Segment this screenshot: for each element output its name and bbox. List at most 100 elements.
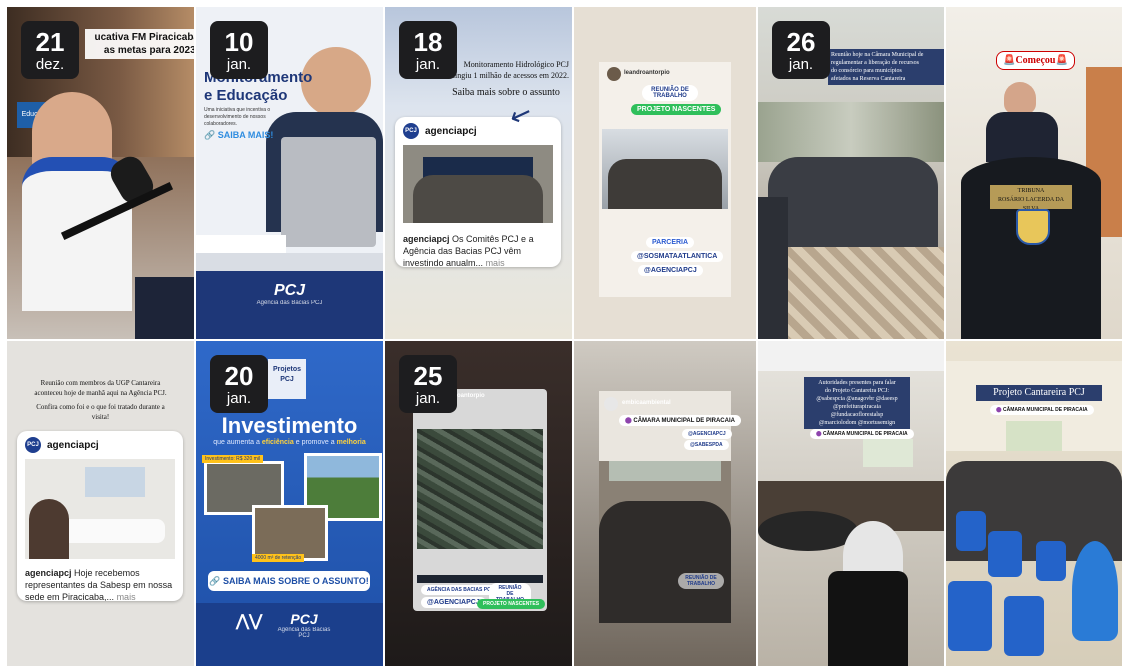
audience <box>599 501 731 623</box>
tag-parceria: PARCERIA <box>646 237 695 248</box>
story-tile-council-visit[interactable]: 26 jan. Reunião hoje na Câmara Municipal… <box>758 7 944 339</box>
tag-sabesp[interactable]: @SABESPDA <box>684 440 729 450</box>
shared-post-card[interactable]: PCJ agenciapcj agenciapcj Hoje recebemos… <box>17 431 183 601</box>
desk-monitor <box>135 277 194 339</box>
partner-logo-icon: ⋀⋁ <box>236 613 263 630</box>
caption-line-1: Monitoramento Hidrológico PCJ <box>463 60 569 69</box>
tag-agenciapcj[interactable]: @AGENCIAPCJ <box>638 265 703 276</box>
story-tile-authorities[interactable]: Autoridades presentes para falar do Proj… <box>758 341 944 666</box>
story-caption: Autoridades presentes para falar do Proj… <box>804 377 910 429</box>
subtitle-pre: que aumenta a <box>213 439 262 446</box>
tag-reuniao: REUNIÃO DE TRABALHO <box>678 573 724 589</box>
story-tile-radio-interview[interactable]: Educativa 21 dez. ucativa FM Piracicaba … <box>7 7 194 339</box>
story-caption: Reunião hoje na Câmara Municipal de regu… <box>828 49 944 85</box>
post-photo <box>25 459 175 559</box>
badge-line-1: Projetos <box>272 366 301 373</box>
title-line-2: e Educação <box>204 87 288 104</box>
amount-tag-1: Investimento: R$ 320 mil <box>202 455 264 463</box>
tag-sos-mata[interactable]: @SOSMATAATLANTICA <box>631 251 724 262</box>
desk <box>196 253 383 271</box>
caption-line-6: @marciolodom @mortusemign <box>818 420 896 426</box>
caption-line-1: Reunião com membros da UGP Cantareira <box>40 379 161 387</box>
siren-icon: 🚨 <box>1055 55 1068 66</box>
story-tile-cantareira-audience[interactable]: Projeto Cantareira PCJ ⬤ CÂMARA MUNICIPA… <box>946 341 1122 666</box>
location-label: CÂMARA MUNICIPAL DE PIRACAIA <box>1003 407 1088 413</box>
date-day: 25 <box>413 361 443 391</box>
pcj-logo: PCJ Agência das Bacias PCJ <box>274 611 334 639</box>
date-day: 18 <box>413 27 443 57</box>
group-photo <box>602 129 728 209</box>
location-pin-icon: ⬤ <box>996 407 1003 413</box>
round-table <box>758 511 858 551</box>
caption-line-3: @sabespcia @anagovbr @daeesp <box>816 396 898 402</box>
account-name: embicaambiental <box>622 400 671 406</box>
date-month: jan. <box>415 56 441 73</box>
account-avatar <box>604 397 618 411</box>
post-header: PCJ agenciapcj <box>17 431 183 459</box>
account-avatar: PCJ <box>25 437 41 453</box>
story-tile-education[interactable]: PCJ Agência das Bacias PCJ 10 jan. Monit… <box>196 7 383 339</box>
blue-chair <box>1004 596 1044 656</box>
tag-agenciapcj[interactable]: @AGENCIAPCJ <box>682 429 732 439</box>
date-badge: 25 jan. <box>399 355 457 413</box>
more-link[interactable]: mais <box>486 258 505 267</box>
blue-chair <box>988 531 1022 577</box>
city-crest <box>1016 209 1050 245</box>
story-tile-piracaia-hall[interactable]: embicaambiental ⬤ CÂMARA MUNICIPAL DE PI… <box>574 341 756 666</box>
date-badge: 10 jan. <box>210 21 268 79</box>
subtitle-mid: e promove a <box>293 439 337 446</box>
headline-line-1: ucativa FM Piracicaba <box>94 32 195 43</box>
story-caption: Reunião com membros da UGP Cantareira ac… <box>17 378 184 422</box>
tag-agencia-bacias[interactable]: AGÊNCIA DAS BACIAS PCJ <box>421 585 500 595</box>
caption-line-2: aconteceu hoje de manhã aqui na Agência … <box>34 389 167 397</box>
story-tile-map-screen[interactable]: leandroantorpio 25 jan. AGÊNCIA DAS BACI… <box>385 341 572 666</box>
saiba-mais-link[interactable]: 🔗 SAIBA MAIS! <box>204 130 273 141</box>
ceiling-lights <box>758 341 944 371</box>
more-link[interactable]: mais <box>117 592 136 601</box>
story-headline: ucativa FM Piracicaba as metas para 2023… <box>85 29 194 59</box>
date-month: jan. <box>226 56 252 73</box>
story-tile-work-meeting[interactable]: leandroantorpio REUNIÃO DE TRABALHO PROJ… <box>574 7 756 339</box>
caption-line-2: do Projeto Cantareira PCJ: <box>824 388 890 394</box>
date-month: jan. <box>415 390 441 407</box>
photo-construction <box>252 505 328 561</box>
saiba-mais-label: SAIBA MAIS! <box>217 130 274 140</box>
saiba-mais-button[interactable]: 🔗 SAIBA MAIS SOBRE O ASSUNTO! <box>208 571 370 591</box>
post-text: agenciapcj Hoje recebemos representantes… <box>17 563 183 601</box>
satellite-map <box>417 429 543 549</box>
story-tile-monitoring[interactable]: 18 jan. Monitoramento Hidrológico PCJ at… <box>385 7 572 339</box>
story-tile-investment[interactable]: 20 jan. Projetos PCJ Investimento que au… <box>196 341 383 666</box>
tag-agenciapcj[interactable]: @AGENCIAPCJ <box>421 597 486 608</box>
caption-line-4: @prefeiturapiracaia <box>833 404 881 410</box>
story-tile-tribune[interactable]: TRIBUNA ROSÁRIO LACERDA DA SILVA 🚨Começo… <box>946 7 1122 339</box>
caption-line-3: Confira como foi e o que foi tratado dur… <box>36 403 165 411</box>
presentation-screen <box>863 439 913 467</box>
comecou-sticker: 🚨Começou🚨 <box>996 51 1075 70</box>
blue-chair <box>1036 541 1066 581</box>
account-name: agenciapcj <box>425 125 477 137</box>
location-sticker: ⬤ CÂMARA MUNICIPAL DE PIRACAIA <box>810 429 914 439</box>
story-tile-ugp-meeting[interactable]: Reunião com membros da UGP Cantareira ac… <box>7 341 194 666</box>
date-badge: 20 jan. <box>210 355 268 413</box>
date-day: 10 <box>224 27 254 57</box>
hall-windows <box>609 461 721 481</box>
caption-line-2: regulamentar a liberação de recursos <box>831 60 919 66</box>
post-text: agenciapcj Os Comitês PCJ e a Agência da… <box>395 229 561 267</box>
story-caption: Monitoramento Hidrológico PCJ atingiu 1 … <box>443 59 569 98</box>
link-icon: 🔗 <box>204 130 218 140</box>
pcj-logo-text: PCJ <box>273 282 306 299</box>
tag-reuniao: REUNIÃO DE TRABALHO <box>642 85 698 101</box>
shared-post-card[interactable]: PCJ agenciapcj agenciapcj Os Comitês PCJ… <box>395 117 561 267</box>
projetos-pcj-badge: Projetos PCJ <box>268 359 306 399</box>
podium-line-1: TRIBUNA <box>1017 188 1045 194</box>
siren-icon: 🚨 <box>1003 55 1016 66</box>
caption-line-4: afetados na Reserva Cantareira <box>831 76 906 82</box>
caption-line-5: @fundacaoflorestalsp <box>830 412 884 418</box>
pcj-logo-text: PCJ <box>290 611 318 627</box>
attendees <box>29 499 69 559</box>
subtitle: Uma iniciativa que incentiva o desenvolv… <box>204 107 271 127</box>
podium-plaque: TRIBUNA ROSÁRIO LACERDA DA SILVA <box>990 185 1072 212</box>
location-label: CÂMARA MUNICIPAL DE PIRACAIA <box>823 431 908 437</box>
office-chair <box>828 571 908 666</box>
account-name: leandroantorpio <box>624 70 670 76</box>
